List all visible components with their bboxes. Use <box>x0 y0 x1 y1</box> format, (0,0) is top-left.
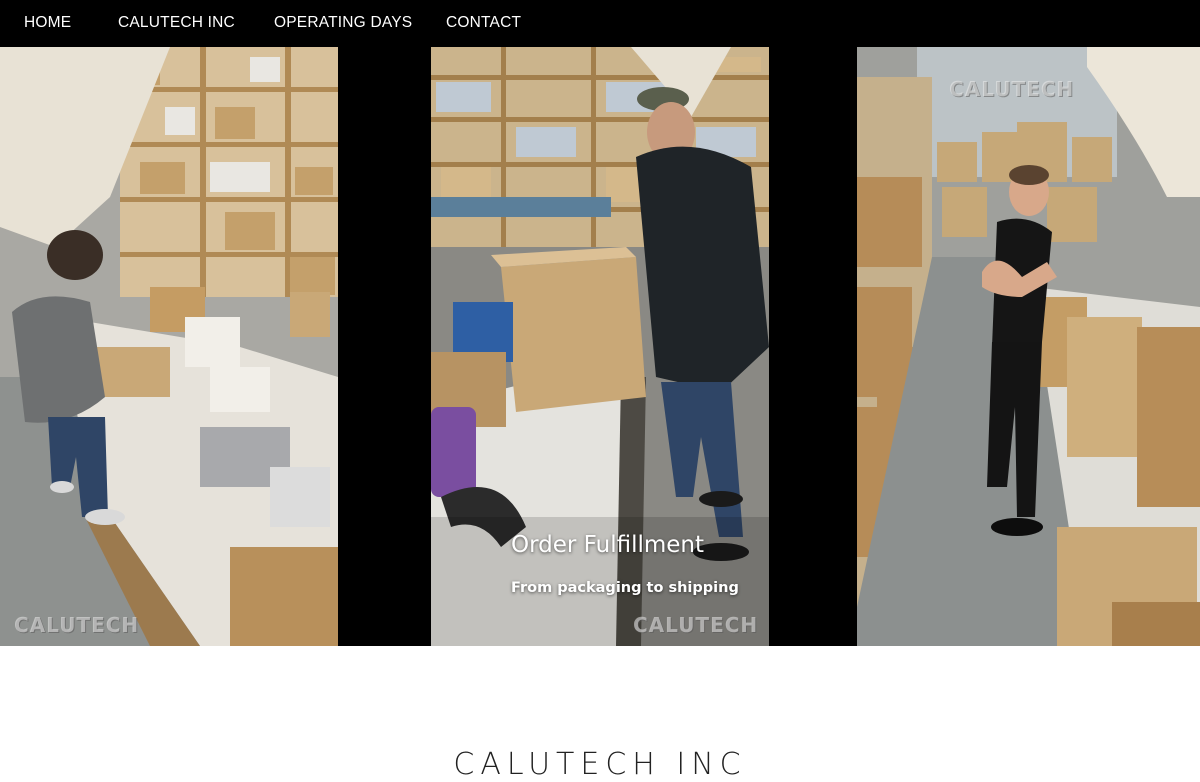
watermark-text: CALUTECH <box>14 613 140 637</box>
watermark-text: CALUTECH <box>633 613 759 637</box>
warehouse-aisle-image <box>857 47 1200 646</box>
slide-caption-subtitle: From packaging to shipping <box>511 580 739 596</box>
slide-caption-title: Order Fulfillment <box>511 532 705 558</box>
section-heading: CALUTECH INC <box>453 746 747 782</box>
nav-calutech-inc-link[interactable]: CALUTECH INC <box>118 14 235 32</box>
watermark-text: CALUTECH <box>949 77 1075 101</box>
nav-home-link[interactable]: HOME <box>24 14 71 32</box>
photo-gallery: CALUTECH CALUTECH CALUTECH Order Fulfill… <box>0 47 1200 646</box>
warehouse-packing-image <box>0 47 338 646</box>
gallery-photo-left[interactable]: CALUTECH <box>0 47 338 646</box>
nav-operating-days-link[interactable]: OPERATING DAYS <box>274 14 412 32</box>
nav-contact-link[interactable]: CONTACT <box>446 14 521 32</box>
gallery-photo-right[interactable]: CALUTECH <box>857 47 1200 646</box>
top-nav: HOME CALUTECH INC OPERATING DAYS CONTACT <box>0 0 1200 47</box>
